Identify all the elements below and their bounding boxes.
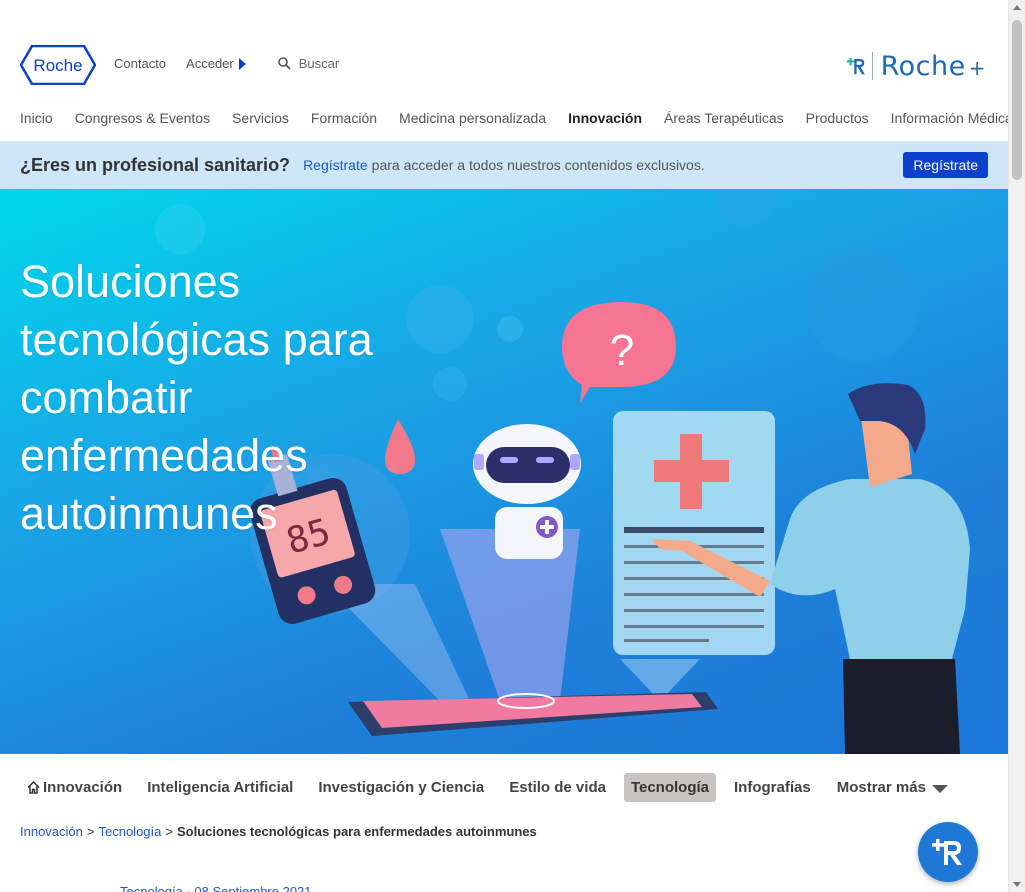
roche-logo[interactable]: Roche <box>20 45 96 85</box>
register-link[interactable]: Regístrate <box>303 157 368 173</box>
nav-item-medicina-personalizada[interactable]: Medicina personalizada <box>399 110 546 126</box>
rocheplus-logo[interactable]: Roche + <box>846 48 986 84</box>
breadcrumb-separator: > <box>86 824 95 839</box>
rocheplus-icon <box>846 57 865 75</box>
nav-item-inicio[interactable]: Inicio <box>20 110 53 126</box>
search-input[interactable]: Buscar <box>277 56 340 71</box>
professional-text: para acceder a todos nuestros contenidos… <box>371 157 705 173</box>
login-link[interactable]: Acceder <box>186 56 246 71</box>
subnav-item-inteligencia-artificial[interactable]: Inteligencia Artificial <box>140 773 300 802</box>
top-links: Contacto Acceder Buscar <box>114 56 339 71</box>
subnav-label-innovacion: Innovación <box>43 779 123 796</box>
breadcrumb-current: Soluciones tecnológicas para enfermedade… <box>176 824 537 839</box>
search-icon <box>277 57 291 70</box>
subnav-item-investigacion-ciencia[interactable]: Investigación y Ciencia <box>311 773 491 802</box>
hero-banner: ? 85 Soluciones tecnológicas para combat… <box>0 189 1008 754</box>
subnav-item-innovacion[interactable]: Innovación <box>20 773 129 802</box>
rocheplus-fab-icon <box>932 839 962 865</box>
subnav-item-infografias[interactable]: Infografías <box>727 773 818 802</box>
site-header: Roche Contacto Acceder Buscar Roche + Ini… <box>0 0 1013 140</box>
article-date-line: Tecnología · 08 Septiembre 2021 <box>120 884 312 892</box>
show-more-label: Mostrar más <box>836 779 926 796</box>
rocheplus-fab-button[interactable] <box>918 822 978 882</box>
scroll-down-icon[interactable] <box>1013 882 1021 887</box>
register-button[interactable]: Regístrate <box>903 152 988 178</box>
scrollbar-thumb[interactable] <box>1012 20 1022 180</box>
nav-item-congresos[interactable]: Congresos & Eventos <box>75 110 210 126</box>
nav-item-productos[interactable]: Productos <box>806 110 869 126</box>
breadcrumb: Innovación > Tecnología > Soluciones tec… <box>20 824 537 839</box>
professional-banner: ¿Eres un profesional sanitario? Regístra… <box>0 141 1008 189</box>
nav-item-innovacion[interactable]: Innovación <box>568 110 642 126</box>
show-more-button[interactable]: Mostrar más <box>837 779 948 796</box>
contact-link[interactable]: Contacto <box>114 56 166 71</box>
rocheplus-plus: + <box>968 55 986 80</box>
caret-right-icon <box>238 57 246 70</box>
nav-item-servicios[interactable]: Servicios <box>232 110 289 126</box>
hero-title: Soluciones tecnológicas para combatir en… <box>20 256 373 539</box>
scroll-up-icon[interactable] <box>1013 5 1021 10</box>
rocheplus-label: Roche + <box>881 51 986 82</box>
subnav-item-tecnologia[interactable]: Tecnología <box>623 773 717 802</box>
question-mark: ? <box>610 326 634 375</box>
professional-question: ¿Eres un profesional sanitario? <box>20 154 291 175</box>
nav-item-informacion-medica[interactable]: Información Médica <box>891 110 1013 126</box>
rocheplus-divider <box>872 52 873 80</box>
search-placeholder: Buscar <box>298 56 340 71</box>
home-icon <box>27 781 40 794</box>
breadcrumb-separator: > <box>165 824 173 839</box>
chevron-down-icon <box>931 785 948 793</box>
main-nav: Inicio Congresos & Eventos Servicios For… <box>20 110 1025 126</box>
nav-item-areas-terapeuticas[interactable]: Áreas Terapéuticas <box>664 110 784 126</box>
roche-logo-text: Roche <box>33 56 82 75</box>
login-label: Acceder <box>186 56 234 71</box>
rocheplus-text: Roche <box>880 50 966 82</box>
breadcrumb-tecnologia[interactable]: Tecnología <box>98 824 161 839</box>
breadcrumb-innovacion[interactable]: Innovación <box>20 824 83 839</box>
page-scrollbar[interactable] <box>1008 0 1025 892</box>
subnav-item-estilo-de-vida[interactable]: Estilo de vida <box>502 773 613 802</box>
section-subnav: Innovación Inteligencia Artificial Inves… <box>20 773 948 802</box>
nav-item-formacion[interactable]: Formación <box>311 110 377 126</box>
